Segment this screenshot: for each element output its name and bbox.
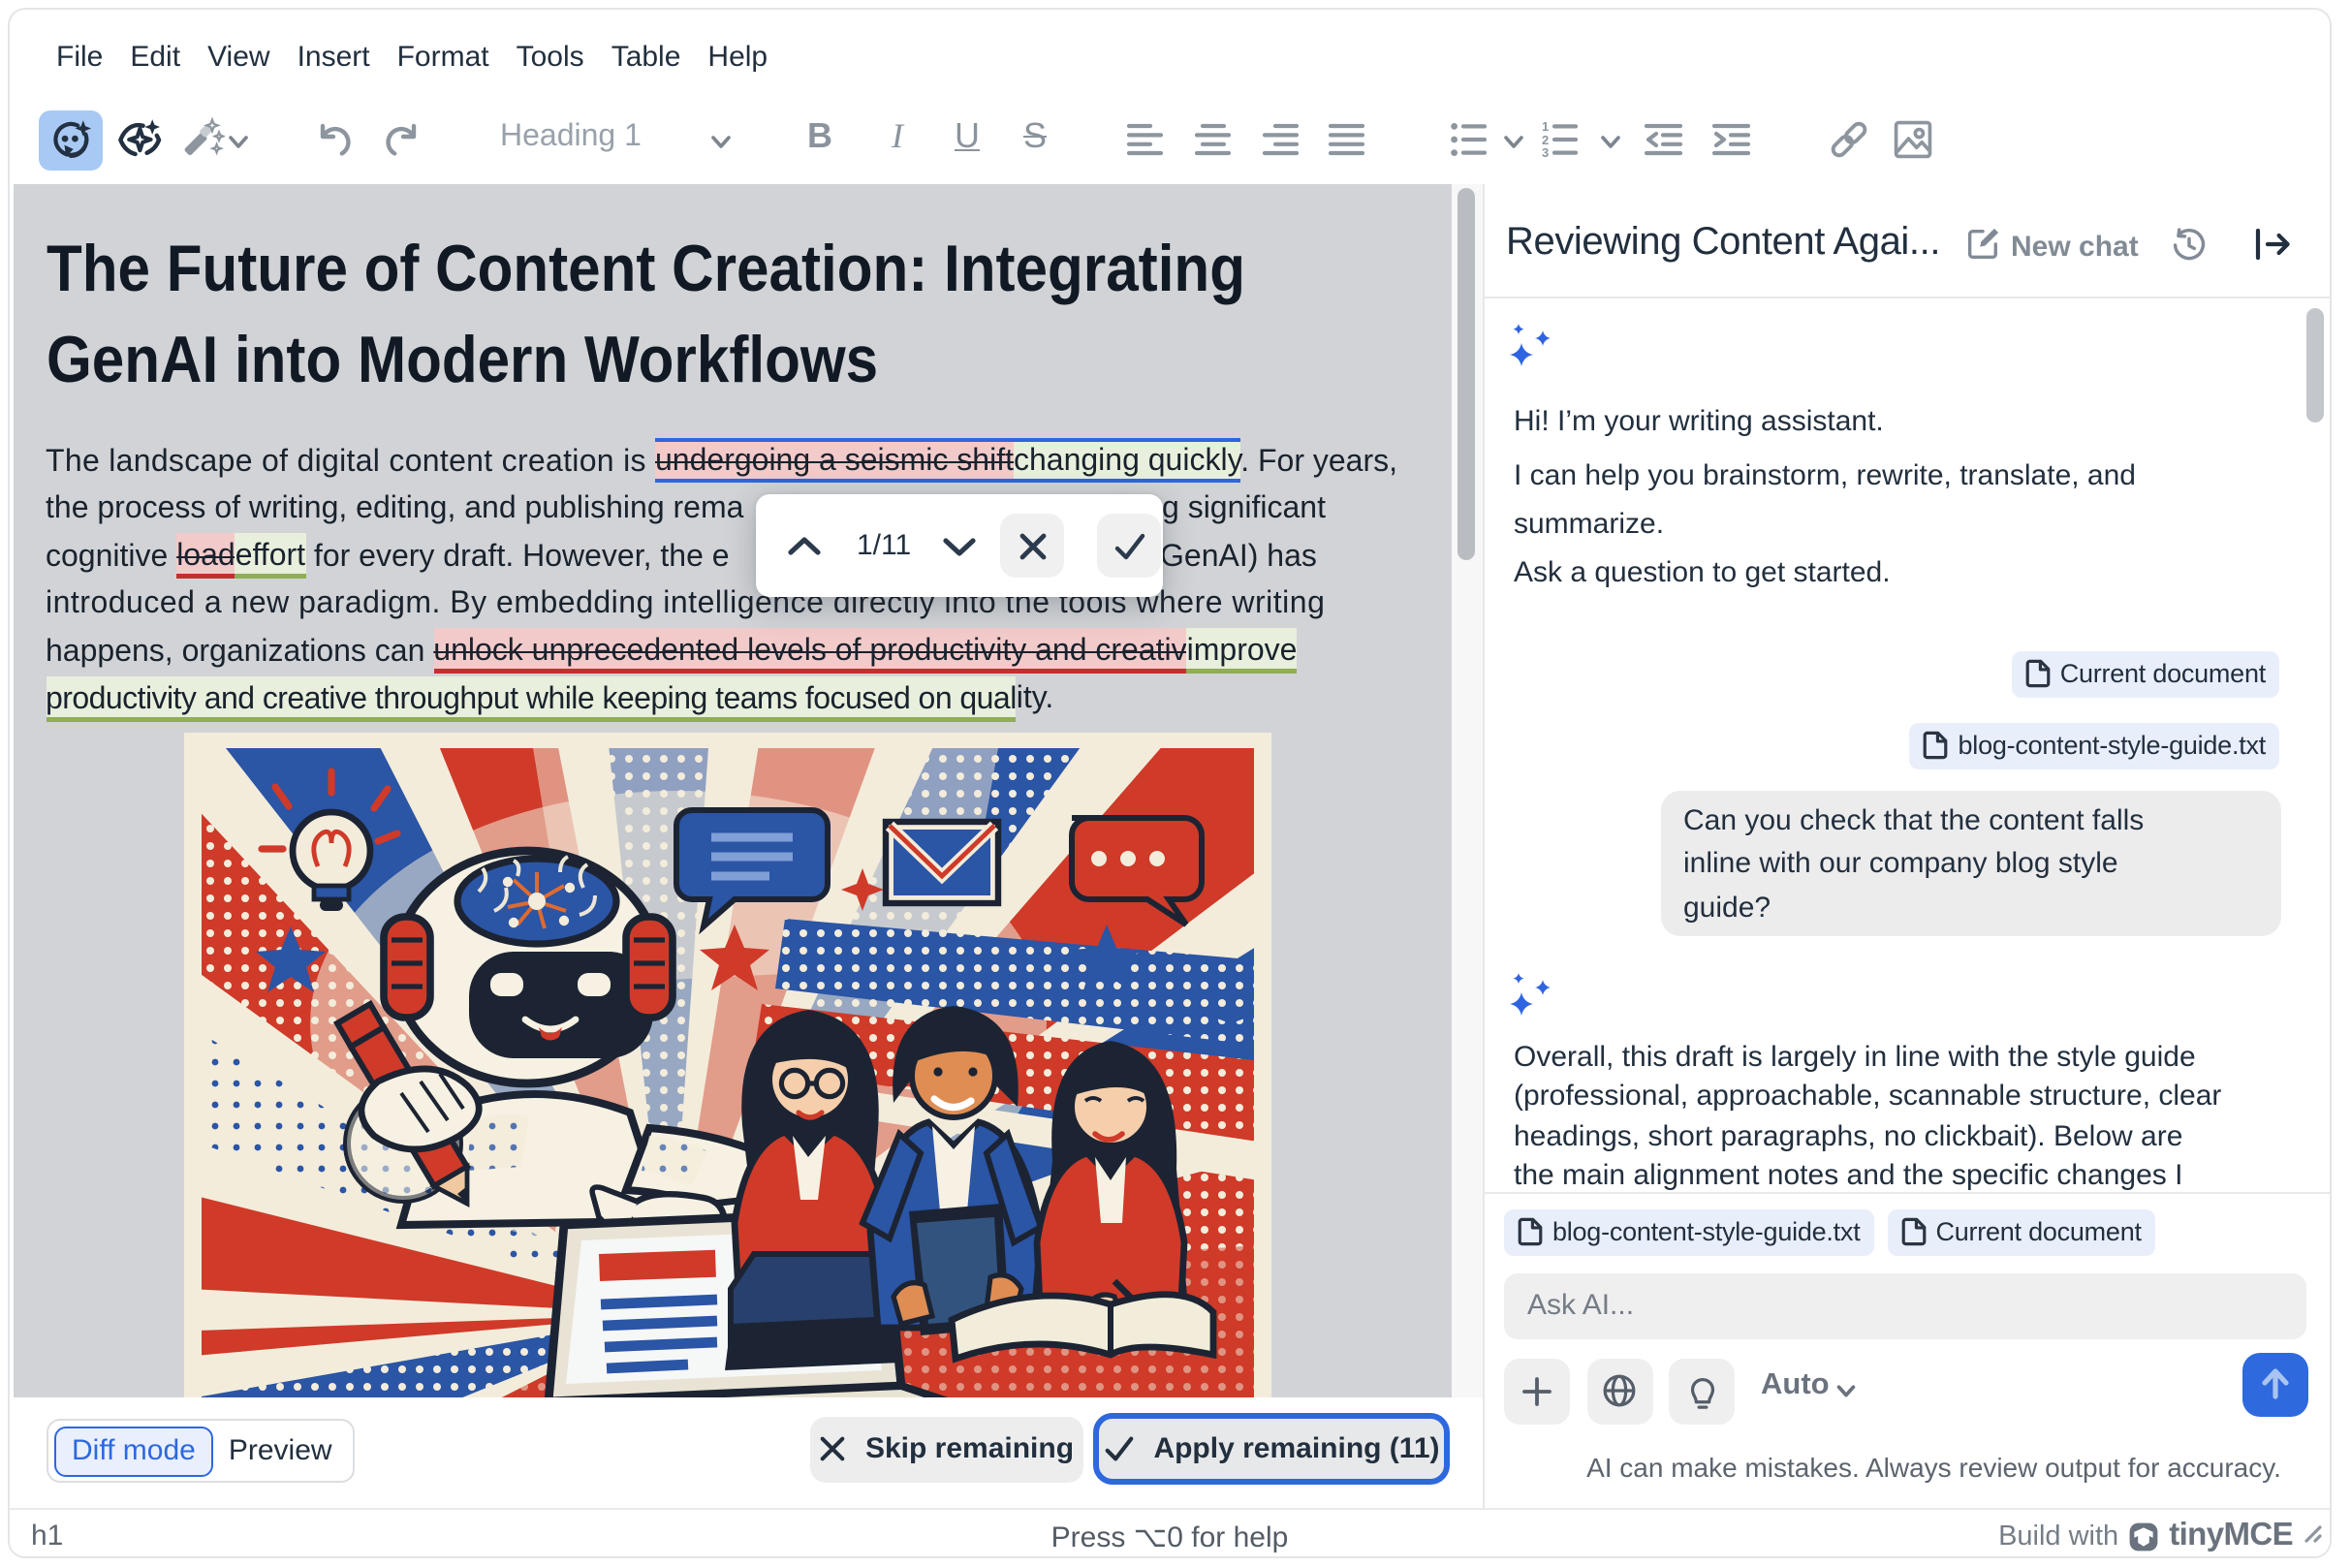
svg-text:3: 3 <box>1542 145 1549 157</box>
